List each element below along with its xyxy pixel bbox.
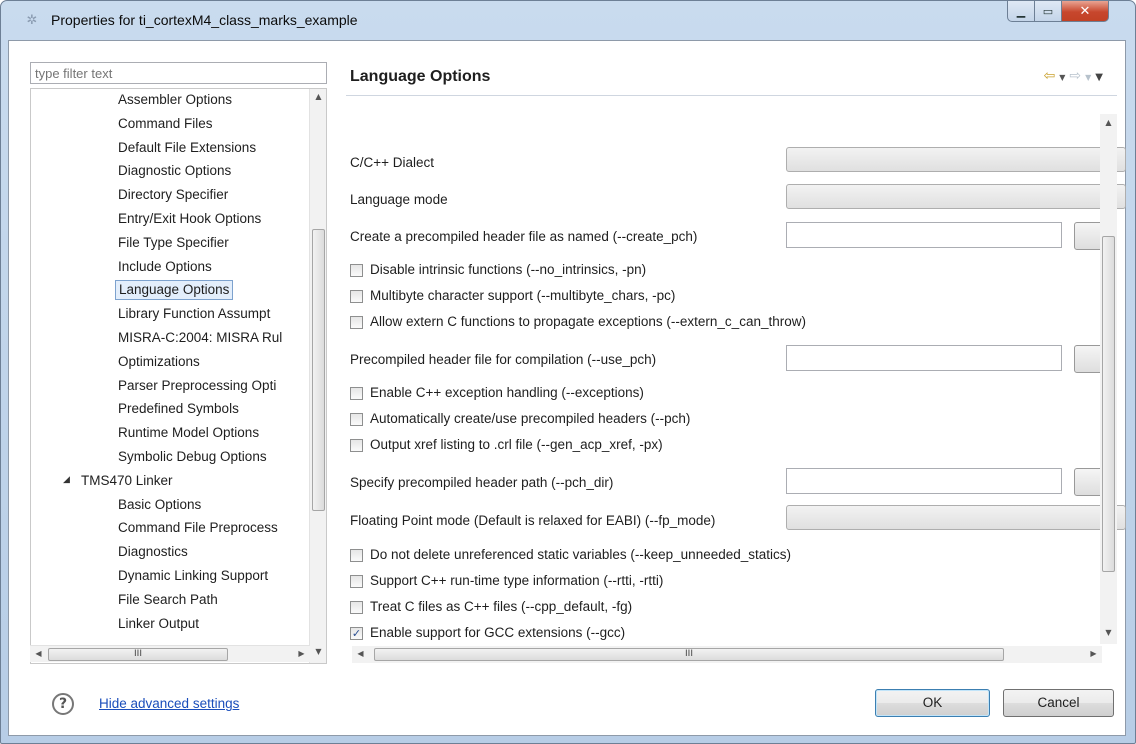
window-controls: ▁ ▭ ✕ — [1007, 1, 1109, 22]
tree-item[interactable]: Default File Extensions — [115, 138, 259, 158]
keep-unneeded-label: Do not delete unreferenced static variab… — [370, 547, 791, 562]
hide-advanced-settings-link[interactable]: Hide advanced settings — [99, 696, 239, 711]
pch-checkbox[interactable] — [350, 413, 363, 426]
rtti-checkbox[interactable] — [350, 575, 363, 588]
tree-item[interactable]: Diagnostics — [115, 542, 191, 562]
title-bar[interactable]: ✲ Properties for ti_cortexM4_class_marks… — [1, 1, 1135, 41]
tree-hscroll-thumb[interactable]: III — [48, 648, 228, 661]
dialog-client-area: ▲ ▼ Assembler Options Command Files Defaul… — [8, 40, 1126, 736]
back-arrow-icon[interactable]: ⇦ — [1044, 68, 1060, 84]
language-mode-label: Language mode — [350, 192, 448, 207]
ok-button[interactable]: OK — [875, 689, 990, 717]
panel-header: Language Options ⇦▼⇨▼▼ — [346, 62, 1117, 96]
cpp-default-checkbox[interactable] — [350, 601, 363, 614]
tree-item[interactable]: Assembler Options — [115, 90, 235, 110]
create-pch-label: Create a precompiled header file as name… — [350, 229, 698, 244]
scroll-left-icon[interactable]: ◀ — [30, 649, 47, 658]
tree-item[interactable]: Language Options — [115, 280, 234, 301]
tree-item[interactable]: MISRA-C:2004: MISRA Rul — [115, 328, 285, 348]
options-scroll-down-icon[interactable]: ▼ — [1100, 628, 1117, 637]
options-scroll-left-icon[interactable]: ◀ — [352, 649, 369, 658]
cancel-button[interactable]: Cancel — [1003, 689, 1114, 717]
dialect-combo[interactable] — [786, 147, 1126, 172]
tree-item[interactable]: Basic Options — [115, 495, 204, 515]
filter-input[interactable] — [30, 62, 327, 84]
fp-mode-label: Floating Point mode (Default is relaxed … — [350, 513, 716, 528]
history-nav: ⇦▼⇨▼▼ — [1044, 68, 1107, 84]
language-mode-combo[interactable] — [786, 184, 1126, 209]
tree-scroll-thumb[interactable] — [312, 229, 325, 511]
exceptions-checkbox[interactable] — [350, 387, 363, 400]
gcc-label: Enable support for GCC extensions (--gcc… — [370, 625, 626, 640]
tree-item[interactable]: Directory Specifier — [115, 185, 231, 205]
no-intrinsics-label: Disable intrinsic functions (--no_intrin… — [370, 262, 647, 277]
no-intrinsics-checkbox[interactable] — [350, 264, 363, 277]
gcc-checkbox[interactable]: ✓ — [350, 627, 363, 640]
rtti-label: Support C++ run-time type information (-… — [370, 573, 664, 588]
tree-item[interactable]: File Search Path — [115, 590, 221, 610]
app-icon: ✲ — [26, 13, 38, 28]
tree-item[interactable]: Command File Preprocess — [115, 518, 281, 538]
keep-unneeded-checkbox[interactable] — [350, 549, 363, 562]
use-pch-field[interactable] — [786, 345, 1062, 371]
pch-dir-label: Specify precompiled header path (--pch_d… — [350, 475, 614, 490]
multibyte-checkbox[interactable] — [350, 290, 363, 303]
forward-arrow-icon[interactable]: ⇨ — [1069, 68, 1085, 84]
minimize-button[interactable]: ▁ — [1007, 1, 1035, 22]
forward-menu-icon[interactable]: ▼ — [1085, 73, 1095, 82]
window-title: Properties for ti_cortexM4_class_marks_e… — [51, 12, 358, 28]
tree-item[interactable]: Diagnostic Options — [115, 161, 234, 181]
extern-c-checkbox[interactable] — [350, 316, 363, 329]
use-pch-label: Precompiled header file for compilation … — [350, 352, 657, 367]
view-menu-icon[interactable]: ▼ — [1095, 72, 1107, 83]
close-icon: ✕ — [1079, 3, 1091, 19]
tree-item[interactable]: Parser Preprocessing Opti — [115, 376, 279, 396]
property-tree: ▲ ▼ Assembler Options Command Files Defaul… — [30, 88, 327, 664]
tree-item[interactable]: TMS470 Linker — [78, 471, 176, 491]
tree-item[interactable]: Linker Output — [115, 614, 202, 634]
options-hscroll-thumb[interactable]: III — [374, 648, 1004, 661]
tree-horizontal-scrollbar[interactable]: ◀ III ▶ — [30, 645, 310, 662]
close-button[interactable]: ✕ — [1062, 1, 1109, 22]
tree-expand-icon[interactable]: ◢ — [63, 475, 70, 485]
pch-dir-field[interactable] — [786, 468, 1062, 494]
tree-item[interactable]: Symbolic Debug Options — [115, 447, 270, 467]
options-horizontal-scrollbar[interactable]: ◀ III ▶ — [352, 646, 1102, 663]
panel-title: Language Options — [350, 68, 491, 85]
tree-item[interactable]: Dynamic Linking Support — [115, 566, 271, 586]
tree-item[interactable]: Runtime Model Options — [115, 423, 262, 443]
help-icon[interactable]: ? — [52, 693, 74, 715]
extern-c-label: Allow extern C functions to propagate ex… — [370, 314, 806, 329]
xref-checkbox[interactable] — [350, 439, 363, 452]
cpp-default-label: Treat C files as C++ files (--cpp_defaul… — [370, 599, 633, 614]
pch-label: Automatically create/use precompiled hea… — [370, 411, 691, 426]
tree-item[interactable]: Entry/Exit Hook Options — [115, 209, 264, 229]
tree-vertical-scrollbar[interactable]: ▲ ▼ — [309, 89, 326, 663]
dialect-label: C/C++ Dialect — [350, 155, 435, 170]
tree-item[interactable]: Optimizations — [115, 352, 203, 372]
options-scroll-thumb[interactable] — [1102, 236, 1115, 572]
tree-item[interactable]: Library Function Assumpt — [115, 304, 273, 324]
options-panel: Language Options ⇦▼⇨▼▼ C/C++ Dialect Lan… — [346, 62, 1127, 664]
xref-label: Output xref listing to .crl file (--gen_… — [370, 437, 663, 452]
exceptions-label: Enable C++ exception handling (--excepti… — [370, 385, 644, 400]
options-scroll-right-icon[interactable]: ▶ — [1085, 649, 1102, 658]
minimize-icon: ▁ — [1016, 4, 1026, 18]
options-vertical-scrollbar[interactable]: ▲ ▼ — [1100, 114, 1117, 644]
create-pch-field[interactable] — [786, 222, 1062, 248]
scroll-down-icon[interactable]: ▼ — [310, 647, 326, 656]
multibyte-label: Multibyte character support (--multibyte… — [370, 288, 676, 303]
options-scroll-up-icon[interactable]: ▲ — [1100, 118, 1117, 127]
maximize-icon: ▭ — [1042, 4, 1054, 18]
tree-item[interactable]: Include Options — [115, 257, 215, 277]
tree-item[interactable]: Command Files — [115, 114, 216, 134]
fp-mode-combo[interactable] — [786, 505, 1126, 530]
scroll-right-icon[interactable]: ▶ — [293, 649, 310, 658]
maximize-button[interactable]: ▭ — [1035, 1, 1062, 22]
back-menu-icon[interactable]: ▼ — [1059, 73, 1069, 82]
tree-item[interactable]: Predefined Symbols — [115, 399, 242, 419]
scroll-up-icon[interactable]: ▲ — [310, 92, 326, 101]
tree-item[interactable]: File Type Specifier — [115, 233, 232, 253]
